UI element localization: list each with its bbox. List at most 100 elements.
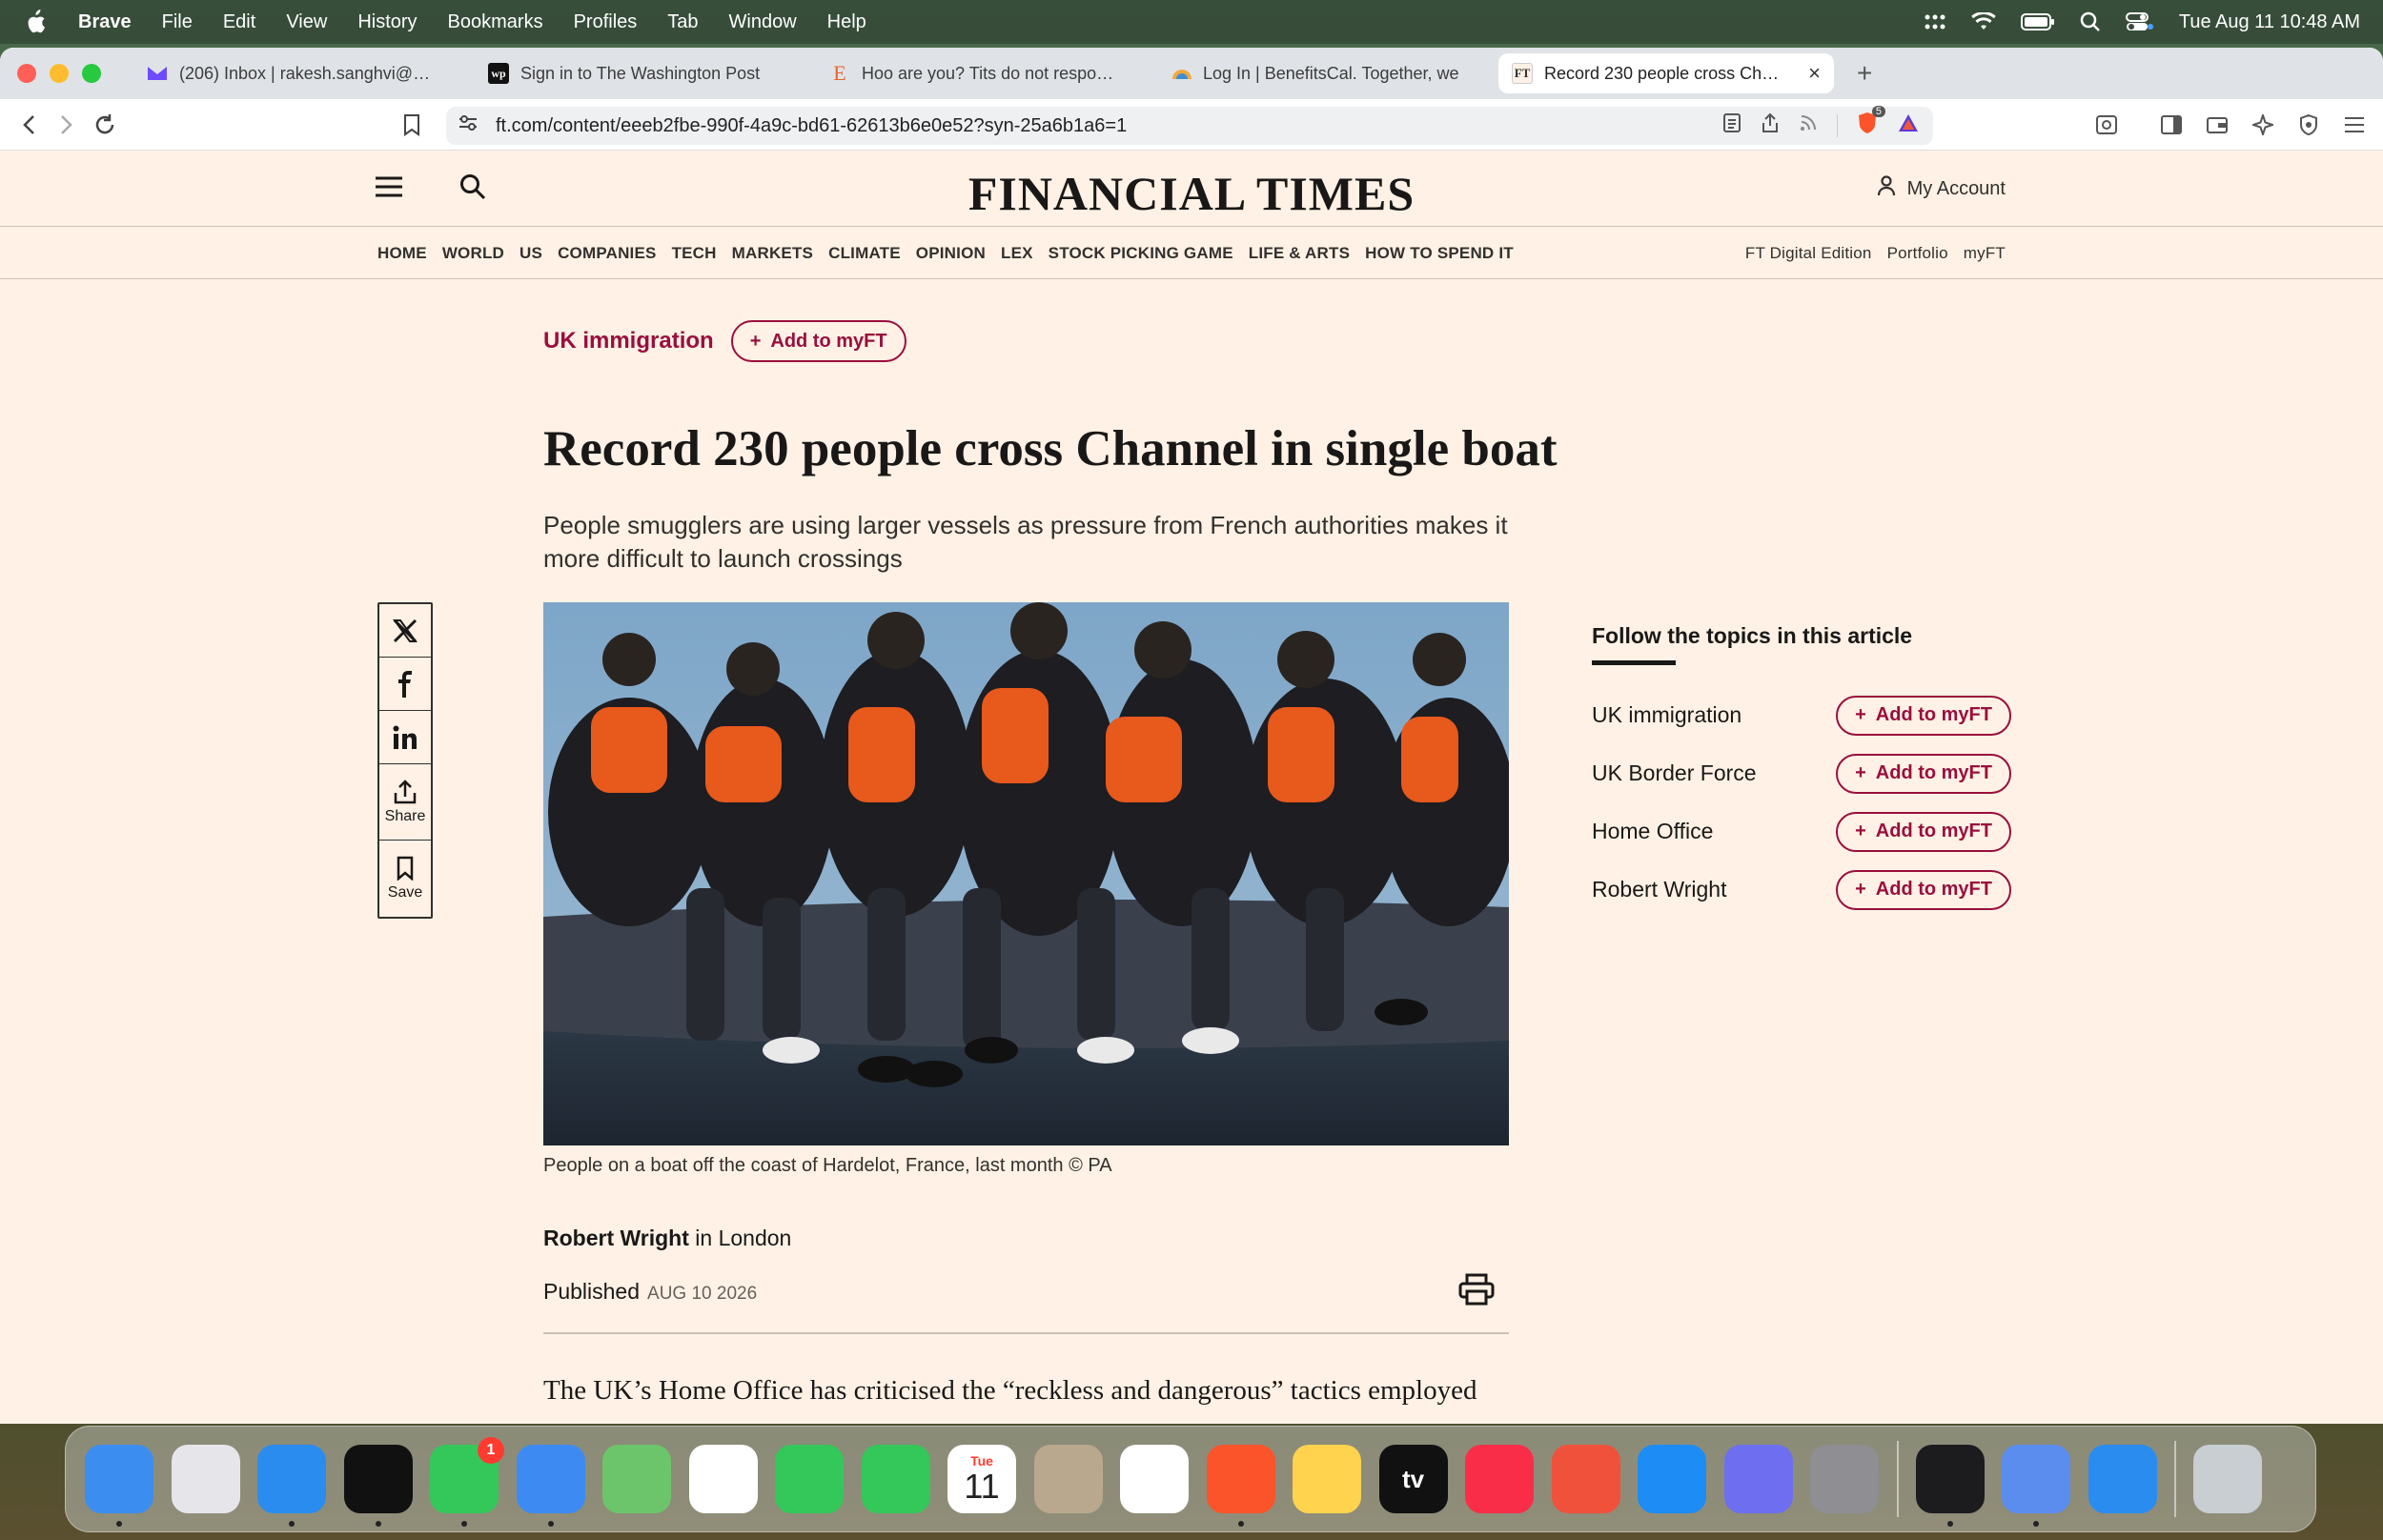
rocket-typist-icon[interactable] bbox=[1551, 1445, 1620, 1513]
menu-history[interactable]: History bbox=[357, 11, 417, 33]
nav-stock-picking-game[interactable]: STOCK PICKING GAME bbox=[1049, 244, 1233, 263]
article-hero-image[interactable] bbox=[543, 602, 1509, 1145]
notes-icon[interactable] bbox=[1293, 1445, 1361, 1513]
share-facebook-button[interactable] bbox=[379, 658, 431, 711]
close-tab-icon[interactable]: × bbox=[1808, 61, 1821, 86]
app-store-icon[interactable] bbox=[1638, 1445, 1706, 1513]
add-to-myft-button[interactable]: + Add to myFT bbox=[1836, 695, 2011, 736]
simulator-icon[interactable] bbox=[1723, 1445, 1793, 1513]
print-icon[interactable] bbox=[1458, 1273, 1495, 1310]
quick-app-icon[interactable] bbox=[2088, 1445, 2157, 1513]
leo-ai-icon[interactable] bbox=[2244, 106, 2282, 144]
share-x-button[interactable] bbox=[379, 604, 431, 658]
follow-topic-name[interactable]: UK immigration bbox=[1592, 702, 1741, 728]
follow-topic-name[interactable]: Robert Wright bbox=[1592, 877, 1726, 902]
browser-menu-icon[interactable] bbox=[2335, 106, 2373, 144]
photos-icon[interactable] bbox=[688, 1445, 758, 1513]
nav-opinion[interactable]: OPINION bbox=[916, 244, 986, 263]
launchpad-icon[interactable] bbox=[171, 1445, 240, 1513]
share-page-icon[interactable] bbox=[1761, 112, 1780, 139]
ft-logo[interactable]: FINANCIAL TIMES bbox=[0, 166, 2383, 221]
menu-window[interactable]: Window bbox=[729, 11, 797, 33]
nav-myft[interactable]: myFT bbox=[1964, 244, 2006, 263]
reader-mode-icon[interactable] bbox=[1722, 112, 1741, 139]
add-to-myft-button[interactable]: + Add to myFT bbox=[1836, 869, 2011, 910]
add-to-myft-button[interactable]: + Add to myFT bbox=[730, 320, 906, 362]
menu-bookmarks[interactable]: Bookmarks bbox=[448, 11, 543, 33]
tab-washington-post[interactable]: wp Sign in to The Washington Post bbox=[475, 53, 810, 93]
maps-icon[interactable] bbox=[602, 1445, 671, 1513]
system-settings-icon[interactable] bbox=[1810, 1445, 1879, 1513]
save-button[interactable]: Save bbox=[379, 841, 431, 917]
trash-icon[interactable] bbox=[2193, 1445, 2262, 1513]
add-to-myft-button[interactable]: + Add to myFT bbox=[1836, 811, 2011, 852]
grid-status-icon[interactable] bbox=[1924, 12, 1946, 31]
menu-tab[interactable]: Tab bbox=[667, 11, 698, 33]
tab-financial-times[interactable]: FT Record 230 people cross Channel × bbox=[1498, 53, 1834, 93]
nav-portfolio[interactable]: Portfolio bbox=[1887, 244, 1948, 263]
share-button[interactable]: Share bbox=[379, 764, 431, 841]
tab-inbox[interactable]: (206) Inbox | rakesh.sanghvi@veda bbox=[133, 53, 469, 93]
apple-tv-icon[interactable]: tv bbox=[1378, 1445, 1448, 1513]
zoom-window-button[interactable] bbox=[82, 64, 101, 83]
menu-help[interactable]: Help bbox=[827, 11, 866, 33]
minimize-window-button[interactable] bbox=[50, 64, 69, 83]
dots-app-icon[interactable] bbox=[1915, 1445, 1985, 1527]
control-center-icon[interactable] bbox=[2125, 11, 2154, 32]
address-bar[interactable]: ft.com/content/eeeb2fbe-990f-4a9c-bd61-6… bbox=[446, 106, 1933, 145]
menu-app-name[interactable]: Brave bbox=[78, 11, 132, 33]
my-account-link[interactable]: My Account bbox=[1877, 175, 2006, 202]
mail-icon[interactable] bbox=[516, 1445, 585, 1527]
apple-menu-icon[interactable] bbox=[25, 10, 59, 34]
brave-shields-icon[interactable]: 5 bbox=[1857, 106, 1885, 140]
nav-how-to-spend-it[interactable]: HOW TO SPEND IT bbox=[1365, 244, 1514, 263]
reload-button[interactable] bbox=[86, 106, 124, 144]
messages-icon[interactable]: 1 bbox=[430, 1437, 504, 1527]
menu-clock[interactable]: Tue Aug 11 10:48 AM bbox=[2179, 11, 2360, 33]
tab-hoo-are-you[interactable]: E Hoo are you? Tits do not respond t bbox=[816, 53, 1151, 93]
follow-topic-name[interactable]: Home Office bbox=[1592, 819, 1713, 844]
facetime-icon[interactable] bbox=[775, 1445, 844, 1513]
spotlight-search-icon[interactable] bbox=[2080, 11, 2101, 32]
nav-lex[interactable]: LEX bbox=[1001, 244, 1033, 263]
leo-search-icon[interactable] bbox=[2088, 106, 2126, 144]
add-to-myft-button[interactable]: + Add to myFT bbox=[1836, 753, 2011, 794]
nav-life-arts[interactable]: LIFE & ARTS bbox=[1249, 244, 1350, 263]
nav-markets[interactable]: MARKETS bbox=[732, 244, 813, 263]
nav-us[interactable]: US bbox=[519, 244, 542, 263]
podcast-app-icon[interactable] bbox=[343, 1445, 413, 1527]
author-link[interactable]: Robert Wright bbox=[543, 1226, 689, 1250]
nav-home[interactable]: HOME bbox=[377, 244, 427, 263]
wallet-icon[interactable] bbox=[2198, 106, 2236, 144]
menu-view[interactable]: View bbox=[286, 11, 327, 33]
tab-benefitscal[interactable]: Log In | BenefitsCal. Together, we bbox=[1157, 53, 1493, 93]
vpn-icon[interactable] bbox=[2290, 106, 2328, 144]
music-icon[interactable] bbox=[1465, 1445, 1534, 1513]
battery-icon[interactable] bbox=[2020, 13, 2055, 30]
bookmark-icon[interactable] bbox=[393, 106, 431, 144]
menu-edit[interactable]: Edit bbox=[223, 11, 255, 33]
rss-icon[interactable] bbox=[1799, 113, 1818, 138]
safari-icon[interactable] bbox=[257, 1445, 326, 1527]
topic-link[interactable]: UK immigration bbox=[543, 328, 714, 355]
nav-tech[interactable]: TECH bbox=[672, 244, 717, 263]
close-window-button[interactable] bbox=[17, 64, 36, 83]
site-settings-icon[interactable] bbox=[458, 113, 479, 138]
nav-world[interactable]: WORLD bbox=[442, 244, 504, 263]
wifi-icon[interactable] bbox=[1971, 12, 1996, 31]
menu-profiles[interactable]: Profiles bbox=[574, 11, 638, 33]
finder-icon[interactable] bbox=[85, 1445, 153, 1527]
phone-icon[interactable] bbox=[861, 1445, 930, 1513]
brave-rewards-icon[interactable] bbox=[1897, 112, 1920, 139]
forward-button[interactable] bbox=[48, 106, 86, 144]
sidebar-icon[interactable] bbox=[2152, 106, 2190, 144]
follow-topic-name[interactable]: UK Border Force bbox=[1592, 760, 1757, 786]
brave-icon[interactable] bbox=[1206, 1445, 1275, 1527]
back-button[interactable] bbox=[10, 106, 48, 144]
url-text[interactable]: ft.com/content/eeeb2fbe-990f-4a9c-bd61-6… bbox=[496, 115, 1127, 137]
share-linkedin-button[interactable] bbox=[379, 711, 431, 764]
nav-climate[interactable]: CLIMATE bbox=[828, 244, 901, 263]
calendar-icon[interactable]: Tue 11 bbox=[947, 1445, 1016, 1513]
menu-file[interactable]: File bbox=[162, 11, 193, 33]
new-tab-button[interactable]: + bbox=[1857, 58, 1872, 89]
